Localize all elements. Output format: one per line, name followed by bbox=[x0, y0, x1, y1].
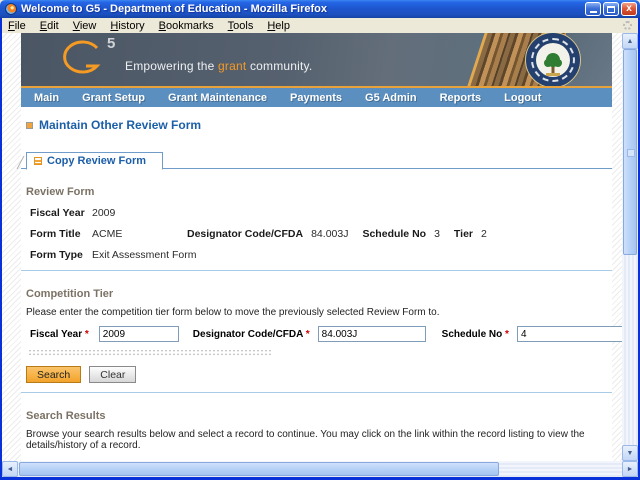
nav-grant-setup[interactable]: Grant Setup bbox=[82, 92, 145, 104]
review-schedule-value: 3 bbox=[434, 228, 440, 240]
review-form-fiscal-row: Fiscal Year 2009 bbox=[30, 207, 612, 219]
review-form-heading: Review Form bbox=[26, 186, 612, 198]
dotted-focus-strip bbox=[28, 349, 271, 356]
form-icon bbox=[34, 157, 42, 165]
page-title: Maintain Other Review Form bbox=[39, 118, 201, 132]
close-button[interactable]: x bbox=[621, 2, 637, 16]
review-form-type-row: Form Type Exit Assessment Form bbox=[30, 249, 612, 261]
nav-payments[interactable]: Payments bbox=[290, 92, 342, 104]
competition-tier-heading: Competition Tier bbox=[26, 288, 612, 300]
review-tier-value: 2 bbox=[481, 228, 487, 240]
review-form-detail-row: Form Title ACME Designator Code/CFDA 84.… bbox=[30, 228, 612, 240]
schedule-no-input[interactable] bbox=[517, 326, 622, 342]
page-title-bullet-icon bbox=[26, 122, 33, 129]
search-button[interactable]: Search bbox=[26, 366, 81, 383]
title-bar: Welcome to G5 - Department of Education … bbox=[0, 0, 640, 18]
scroll-left-icon[interactable]: ◄ bbox=[2, 461, 18, 477]
firefox-icon bbox=[5, 3, 17, 15]
nav-logout[interactable]: Logout bbox=[504, 92, 541, 104]
page-content: 5 Empowering the grant community. bbox=[21, 33, 612, 461]
designator-code-input[interactable] bbox=[318, 326, 426, 342]
menu-edit[interactable]: Edit bbox=[40, 20, 59, 32]
browser-window: Welcome to G5 - Department of Education … bbox=[0, 0, 640, 480]
nav-reports[interactable]: Reports bbox=[440, 92, 482, 104]
menu-file[interactable]: File bbox=[8, 20, 26, 32]
search-results-instruction: Browse your search results below and sel… bbox=[26, 429, 612, 451]
horizontal-scrollbar[interactable]: ◄ ► bbox=[2, 461, 638, 477]
tab-strip: Copy Review Form bbox=[21, 151, 612, 169]
menu-bar: File Edit View History Bookmarks Tools H… bbox=[2, 18, 638, 33]
banner-tagline: Empowering the grant community. bbox=[125, 59, 312, 73]
horizontal-scroll-thumb[interactable] bbox=[19, 462, 499, 476]
web-page: 5 Empowering the grant community. bbox=[2, 33, 622, 461]
required-asterisk: * bbox=[505, 329, 509, 340]
department-of-education-seal bbox=[525, 33, 581, 86]
section-divider bbox=[21, 392, 612, 393]
review-designator-value: 84.003J bbox=[311, 228, 348, 240]
competition-tier-form: Fiscal Year * Designator Code/CFDA * Sch… bbox=[30, 326, 612, 342]
g5-banner: 5 Empowering the grant community. bbox=[21, 33, 612, 86]
fiscal-year-input[interactable] bbox=[99, 326, 179, 342]
browser-viewport: 5 Empowering the grant community. bbox=[2, 33, 638, 477]
g5-logo-icon bbox=[57, 39, 103, 79]
menu-view[interactable]: View bbox=[73, 20, 97, 32]
menu-bookmarks[interactable]: Bookmarks bbox=[159, 20, 214, 32]
g5-logo-five: 5 bbox=[107, 35, 116, 52]
vertical-scroll-thumb[interactable] bbox=[623, 49, 637, 255]
vertical-scrollbar[interactable]: ▲ ▼ bbox=[622, 33, 638, 461]
seal-tree-icon bbox=[542, 51, 564, 77]
menu-help[interactable]: Help bbox=[267, 20, 290, 32]
search-results-heading: Search Results bbox=[26, 410, 612, 422]
minimize-button[interactable] bbox=[585, 2, 601, 16]
competition-tier-instruction: Please enter the competition tier form b… bbox=[26, 307, 612, 318]
nav-g5-admin[interactable]: G5 Admin bbox=[365, 92, 417, 104]
window-title: Welcome to G5 - Department of Education … bbox=[21, 3, 585, 15]
tab-copy-review-form[interactable]: Copy Review Form bbox=[26, 152, 163, 170]
required-asterisk: * bbox=[85, 329, 89, 340]
maximize-button[interactable] bbox=[603, 2, 619, 16]
throbber-icon bbox=[623, 21, 632, 30]
section-divider bbox=[21, 270, 612, 271]
review-form-title-value: ACME bbox=[92, 228, 187, 240]
nav-main[interactable]: Main bbox=[34, 92, 59, 104]
main-nav: Main Grant Setup Grant Maintenance Payme… bbox=[21, 88, 612, 107]
nav-grant-maintenance[interactable]: Grant Maintenance bbox=[168, 92, 267, 104]
required-asterisk: * bbox=[306, 329, 310, 340]
clear-button[interactable]: Clear bbox=[89, 366, 136, 383]
menu-history[interactable]: History bbox=[110, 20, 144, 32]
review-form-type-value: Exit Assessment Form bbox=[92, 249, 196, 261]
scroll-right-icon[interactable]: ► bbox=[622, 461, 638, 477]
menu-tools[interactable]: Tools bbox=[228, 20, 254, 32]
review-fiscal-year-value: 2009 bbox=[92, 207, 115, 219]
scroll-down-icon[interactable]: ▼ bbox=[622, 445, 638, 461]
scroll-up-icon[interactable]: ▲ bbox=[622, 33, 638, 49]
